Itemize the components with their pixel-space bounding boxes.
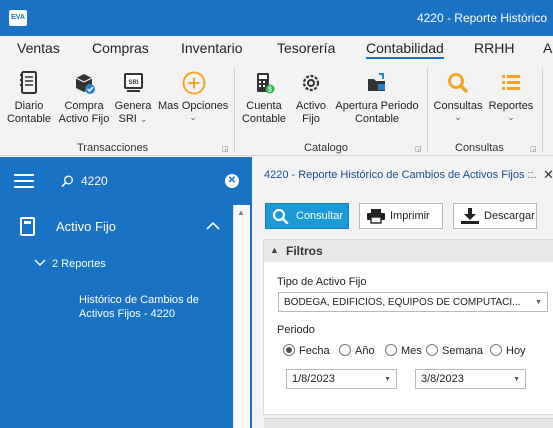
- box-check-icon: [72, 70, 96, 96]
- sri-document-icon: SRI: [121, 70, 145, 96]
- group-expand-icon[interactable]: ◲: [222, 145, 229, 153]
- tab-ventas[interactable]: Ventas: [17, 40, 60, 56]
- svg-text:SRI: SRI: [128, 80, 138, 86]
- nav-scrollbar[interactable]: ▲: [233, 205, 250, 428]
- date-from-picker[interactable]: 1/8/2023 ▼: [286, 369, 397, 389]
- ribbon-separator: [542, 68, 543, 152]
- consultas-button[interactable]: Consultas ⌄: [433, 70, 483, 122]
- chevron-down-icon: ⌄: [139, 114, 148, 124]
- search-icon: [61, 175, 73, 188]
- ribbon: Diario Contable Compra Activo Fijo SRI G…: [0, 62, 553, 156]
- filters-title: Filtros: [286, 244, 323, 258]
- tab-tesoreria[interactable]: Tesorería: [277, 40, 335, 56]
- radio-dot: [339, 344, 351, 356]
- tab-contabilidad[interactable]: Contabilidad: [366, 40, 444, 59]
- chevron-down-icon: ⌄: [189, 112, 197, 122]
- radio-ano[interactable]: Año: [339, 344, 375, 357]
- tab-inventario[interactable]: Inventario: [181, 40, 242, 56]
- mas-opciones-button[interactable]: Mas Opciones ⌄: [158, 70, 228, 122]
- dropdown-arrow-icon: ▼: [535, 299, 542, 306]
- group-expand-icon[interactable]: ◲: [415, 145, 422, 153]
- nav-subgroup-reportes[interactable]: 2 Reportes: [34, 258, 106, 270]
- dropdown-arrow-icon: ▼: [384, 376, 391, 383]
- clear-search-icon[interactable]: ✕: [225, 174, 239, 188]
- group-label-consultas: Consultas: [455, 142, 504, 154]
- app-logo: EVA: [9, 10, 27, 26]
- scroll-up-icon[interactable]: ▲: [237, 208, 245, 217]
- tipo-activo-label: Tipo de Activo Fijo: [277, 276, 367, 288]
- periodo-label: Periodo: [277, 324, 315, 336]
- collapse-triangle-icon: ▲: [270, 245, 279, 255]
- dropdown-arrow-icon: ▼: [513, 376, 520, 383]
- gear-icon: [299, 70, 323, 96]
- chevron-down-icon: ⌄: [507, 112, 515, 122]
- nav-section-activo-fijo[interactable]: Activo Fijo: [0, 209, 252, 245]
- ribbon-separator: [427, 68, 428, 152]
- tab-more[interactable]: A: [543, 40, 552, 56]
- nav-section-label: Activo Fijo: [56, 219, 116, 234]
- account-book-icon: $: [252, 70, 276, 96]
- printer-icon: [366, 208, 385, 224]
- descargar-button[interactable]: Descargar: [453, 203, 537, 229]
- close-icon[interactable]: ✕: [543, 167, 553, 183]
- period-radio-group: Fecha Año Mes Semana Hoy: [271, 344, 546, 364]
- imprimir-button[interactable]: Imprimir: [359, 203, 443, 229]
- apertura-periodo-contable-button[interactable]: Apertura Periodo Contable: [334, 70, 420, 126]
- filters-header[interactable]: ▲ Filtros: [264, 240, 553, 262]
- next-section-header: [264, 418, 553, 428]
- chevron-down-icon: [34, 258, 46, 270]
- radio-dot: [283, 344, 295, 356]
- group-expand-icon[interactable]: ◲: [530, 145, 537, 153]
- compra-activo-fijo-button[interactable]: Compra Activo Fijo: [58, 70, 110, 126]
- nav-search-input[interactable]: 4220: [81, 174, 108, 188]
- radio-mes[interactable]: Mes: [385, 344, 422, 357]
- diario-contable-button[interactable]: Diario Contable: [6, 70, 52, 126]
- left-nav: 4220 ✕ Activo Fijo 2 Reportes Histórico …: [0, 157, 252, 428]
- reportes-button[interactable]: Reportes ⌄: [486, 70, 536, 122]
- tab-compras[interactable]: Compras: [92, 40, 149, 56]
- download-icon: [460, 208, 479, 224]
- chevron-down-icon: ⌄: [454, 112, 462, 122]
- nav-item-report-4220[interactable]: Histórico de Cambios de Activos Fijos - …: [79, 293, 219, 321]
- list-icon: [499, 70, 523, 96]
- radio-dot: [490, 344, 502, 356]
- report-panel: 4220 - Reporte Histórico de Cambios de A…: [253, 157, 553, 428]
- window-title: 4220 - Reporte Histórico: [416, 11, 547, 25]
- radio-dot: [385, 344, 397, 356]
- search-icon: [446, 70, 470, 96]
- panel-title: 4220 - Reporte Histórico de Cambios de A…: [264, 169, 537, 181]
- radio-fecha[interactable]: Fecha: [283, 344, 330, 357]
- group-label-transacciones: Transacciones: [77, 142, 149, 154]
- svg-text:$: $: [268, 87, 272, 94]
- radio-semana[interactable]: Semana: [426, 344, 483, 357]
- menu-bar: Ventas Compras Inventario Tesorería Cont…: [0, 36, 553, 62]
- tipo-activo-select[interactable]: BODEGA, EDIFICIOS, EQUIPOS DE COMPUTACI.…: [278, 292, 548, 312]
- activo-fijo-button[interactable]: Activo Fijo: [293, 70, 329, 126]
- calculator-icon: [20, 217, 35, 236]
- chevron-up-icon: [206, 220, 220, 232]
- group-label-catalogo: Catalogo: [304, 142, 349, 154]
- ledger-icon: [17, 70, 41, 96]
- genera-sri-button[interactable]: SRI Genera SRI ⌄: [114, 70, 152, 126]
- hamburger-menu-icon[interactable]: [14, 174, 34, 188]
- radio-dot: [426, 344, 438, 356]
- radio-hoy[interactable]: Hoy: [490, 344, 526, 357]
- nav-subgroup-label: 2 Reportes: [52, 258, 106, 270]
- ribbon-separator: [234, 68, 235, 152]
- consultar-button[interactable]: Consultar: [265, 203, 349, 229]
- date-to-picker[interactable]: 3/8/2023 ▼: [415, 369, 526, 389]
- title-bar: EVA 4220 - Reporte Histórico: [0, 0, 553, 36]
- plus-circle-icon: [181, 70, 206, 96]
- search-icon: [272, 208, 290, 225]
- cuenta-contable-button[interactable]: $ Cuenta Contable: [241, 70, 287, 126]
- open-folder-icon: [365, 70, 389, 96]
- tab-rrhh[interactable]: RRHH: [474, 40, 514, 56]
